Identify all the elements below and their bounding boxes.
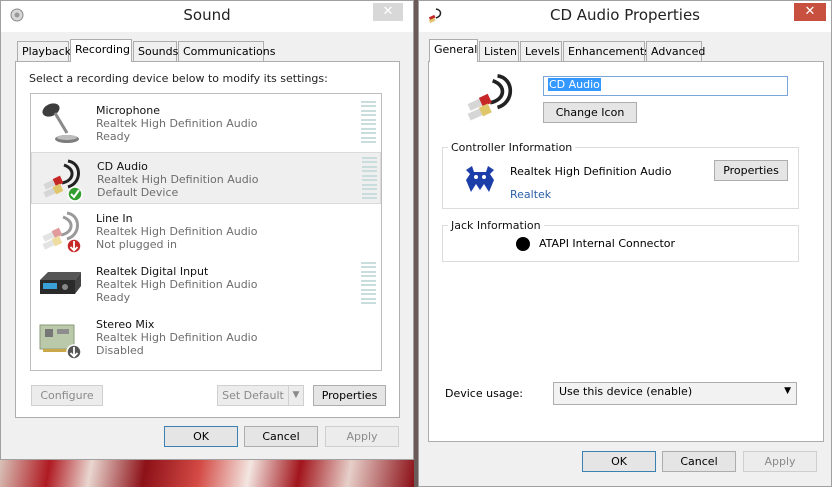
device-driver: Realtek High Definition Audio — [96, 117, 258, 130]
device-name-value: CD Audio — [548, 78, 601, 91]
level-meter — [361, 101, 376, 143]
device-usage-select[interactable]: Use this device (enable) ▼ — [553, 382, 797, 405]
jack-information-label: Jack Information — [448, 219, 544, 232]
sound-close-button[interactable]: ✕ — [373, 3, 403, 21]
controller-information-label: Controller Information — [448, 141, 576, 154]
sound-titlebar[interactable]: Sound ✕ — [1, 1, 413, 32]
device-driver: Realtek High Definition Audio — [97, 173, 259, 186]
cd-audio-properties-window: CD Audio Properties ✕ General Listen Lev… — [418, 0, 832, 487]
device-row-stereo-mix[interactable]: Stereo Mix Realtek High Definition Audio… — [31, 311, 381, 363]
device-driver: Realtek High Definition Audio — [96, 225, 258, 238]
digital-receiver-icon — [40, 272, 81, 294]
cd-apply-button[interactable]: Apply — [743, 451, 817, 472]
set-default-button[interactable]: Set Default — [217, 385, 289, 406]
microphone-icon — [42, 103, 79, 143]
device-name: Stereo Mix — [96, 318, 155, 331]
device-name: Microphone — [96, 104, 161, 117]
jack-connector-name: ATAPI Internal Connector — [539, 237, 676, 250]
device-row-microphone[interactable]: Microphone Realtek High Definition Audio… — [31, 97, 381, 149]
recording-instruction: Select a recording device below to modif… — [29, 72, 328, 85]
device-status: Ready — [96, 291, 131, 304]
tab-enhancements[interactable]: Enhancements — [563, 41, 650, 61]
device-status: Disabled — [96, 344, 144, 357]
change-icon-button[interactable]: Change Icon — [543, 102, 637, 123]
device-row-realtek-digital-input[interactable]: Realtek Digital Input Realtek High Defin… — [31, 258, 381, 310]
cd-titlebar[interactable]: CD Audio Properties ✕ — [419, 1, 831, 32]
realtek-vendor-link[interactable]: Realtek — [510, 188, 551, 201]
jack-color-dot-icon — [516, 237, 530, 251]
device-name: Line In — [96, 212, 133, 225]
device-properties-button[interactable]: Properties — [313, 385, 386, 406]
tab-communications[interactable]: Communications — [178, 41, 275, 61]
sound-window: Sound ✕ Playback Recording Sounds Commun… — [0, 0, 414, 460]
level-meter — [362, 157, 377, 199]
tab-sounds[interactable]: Sounds — [133, 41, 178, 61]
recording-device-list[interactable]: Microphone Realtek High Definition Audio… — [30, 93, 382, 371]
sound-cancel-button[interactable]: Cancel — [244, 426, 318, 447]
device-name: Realtek Digital Input — [96, 265, 209, 278]
cd-window-title: CD Audio Properties — [550, 6, 700, 24]
sound-ok-button[interactable]: OK — [164, 426, 238, 447]
configure-button[interactable]: Configure — [31, 385, 103, 406]
sound-window-title: Sound — [183, 6, 231, 24]
device-status: Default Device — [97, 186, 179, 199]
device-usage-label: Device usage: — [445, 387, 524, 400]
device-status: Not plugged in — [96, 238, 178, 251]
device-row-line-in[interactable]: Line In Realtek High Definition Audio No… — [31, 205, 381, 257]
tab-advanced[interactable]: Advanced — [646, 41, 705, 61]
controller-properties-button[interactable]: Properties — [714, 160, 788, 181]
set-default-dropdown-arrow-icon[interactable]: ▼ — [288, 385, 304, 406]
device-status: Ready — [96, 130, 131, 143]
desktop-wallpaper — [0, 460, 414, 487]
tab-playback[interactable]: Playback — [17, 41, 71, 61]
rca-cable-icon — [42, 211, 82, 254]
tab-levels[interactable]: Levels — [520, 41, 562, 61]
device-row-cd-audio[interactable]: CD Audio Realtek High Definition Audio D… — [31, 152, 381, 204]
rca-cable-icon — [467, 74, 513, 121]
device-usage-value: Use this device (enable) — [559, 385, 693, 398]
realtek-crab-icon — [466, 166, 494, 192]
chevron-down-icon: ▼ — [784, 386, 791, 396]
device-name: CD Audio — [97, 160, 148, 173]
controller-name: Realtek High Definition Audio — [510, 165, 672, 178]
device-name-field[interactable]: CD Audio — [543, 76, 788, 96]
tab-listen[interactable]: Listen — [479, 41, 519, 61]
sound-apply-button[interactable]: Apply — [325, 426, 399, 447]
cd-close-button[interactable]: ✕ — [794, 3, 826, 21]
level-meter — [361, 262, 376, 304]
sound-card-icon — [39, 324, 82, 360]
tab-recording[interactable]: Recording — [70, 39, 132, 62]
cd-cancel-button[interactable]: Cancel — [662, 451, 736, 472]
tab-general[interactable]: General — [429, 39, 478, 62]
device-driver: Realtek High Definition Audio — [96, 331, 258, 344]
rca-cable-icon — [43, 159, 83, 202]
device-driver: Realtek High Definition Audio — [96, 278, 258, 291]
cd-ok-button[interactable]: OK — [582, 451, 656, 472]
